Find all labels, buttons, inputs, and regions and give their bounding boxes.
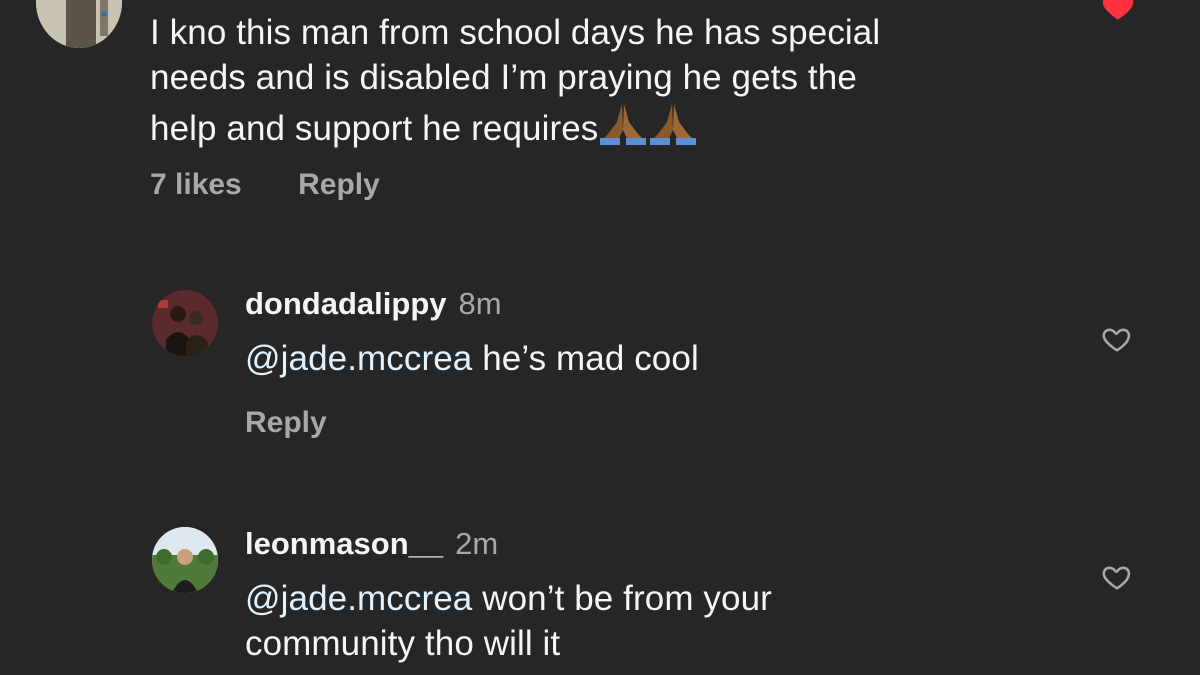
like-heart-icon[interactable]: [1099, 322, 1135, 356]
reply-button[interactable]: Reply: [298, 168, 380, 201]
reply-text: @jade.mccrea he’s mad cool: [245, 336, 1065, 381]
comment-meta: 7 likes Reply: [150, 168, 428, 202]
avatar-image: [36, 0, 122, 48]
likes-count[interactable]: 7 likes: [150, 168, 242, 201]
comment-line: needs and is disabled I’m praying he get…: [150, 58, 857, 97]
like-heart-icon[interactable]: [1100, 0, 1136, 24]
comments-thread: I kno this man from school days he has s…: [0, 0, 1200, 675]
comment-line-with-emoji: help and support he requires: [150, 100, 1050, 151]
comment-line: I kno this man from school days he has s…: [150, 13, 881, 52]
comment-text: I kno this man from school days he has s…: [150, 10, 1050, 151]
username-link[interactable]: leonmason__: [245, 526, 443, 561]
avatar-image: [152, 290, 218, 356]
reply-line: @jade.mccrea won’t be from your: [245, 576, 1065, 621]
avatar-image: [152, 527, 218, 593]
mention-link[interactable]: @jade.mccrea: [245, 339, 472, 378]
reply-username: leonmason__ 2m: [245, 526, 498, 562]
reply-text-content: he’s mad cool: [472, 339, 699, 378]
reply-button[interactable]: Reply: [245, 406, 327, 440]
reply-timestamp: 2m: [455, 526, 499, 561]
folded-hands-emoji-icon: [648, 100, 698, 146]
comment-line: help and support he requires: [150, 109, 599, 148]
mention-link[interactable]: @jade.mccrea: [245, 579, 472, 618]
avatar[interactable]: [36, 0, 122, 48]
reply-username: dondadalippy 8m: [245, 286, 502, 322]
reply-line: community tho will it: [245, 624, 561, 663]
avatar[interactable]: [152, 527, 218, 593]
folded-hands-emoji-icon: [598, 100, 648, 146]
avatar[interactable]: [152, 290, 218, 356]
username-link[interactable]: dondadalippy: [245, 286, 447, 321]
like-heart-icon[interactable]: [1099, 560, 1135, 594]
reply-timestamp: 8m: [458, 286, 502, 321]
reply-text: @jade.mccrea won’t be from your communit…: [245, 576, 1065, 666]
reply-text-content: won’t be from your: [472, 579, 772, 618]
